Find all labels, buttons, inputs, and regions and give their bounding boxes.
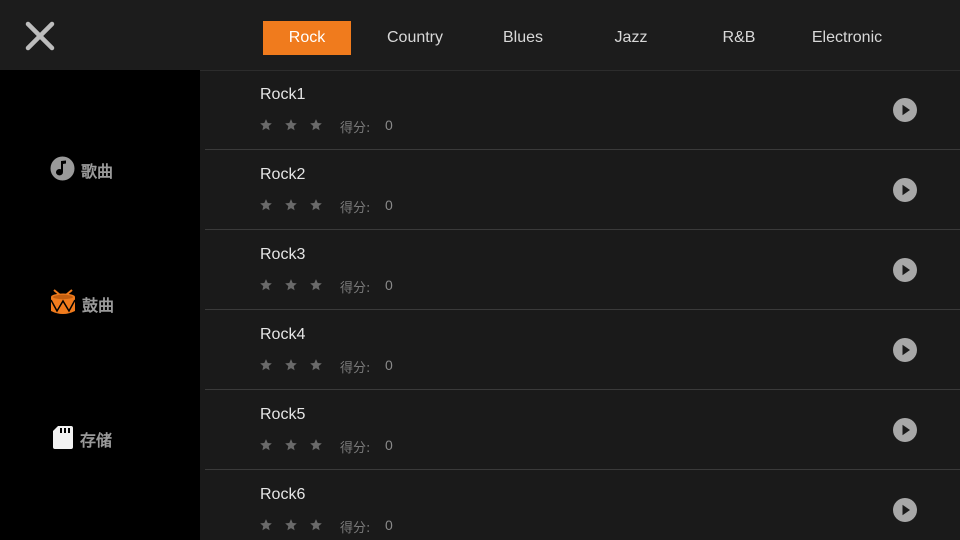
star-icon bbox=[309, 437, 323, 451]
top-bar: Rock Country Blues Jazz R&B Electronic bbox=[0, 0, 960, 70]
song-row[interactable]: Rock2 得分: 0 bbox=[205, 150, 960, 230]
score-value: 0 bbox=[385, 357, 393, 373]
score-label: 得分: bbox=[340, 441, 371, 456]
star-icon bbox=[309, 517, 323, 531]
song-row[interactable]: Rock1 得分: 0 bbox=[205, 70, 960, 150]
tab-rnb[interactable]: R&B bbox=[685, 21, 793, 55]
song-row[interactable]: Rock5 得分: 0 bbox=[205, 390, 960, 470]
score-value: 0 bbox=[385, 517, 393, 533]
song-title: Rock5 bbox=[260, 406, 306, 423]
star-icon bbox=[259, 277, 273, 291]
sidebar-item-drums[interactable]: 鼓曲 bbox=[50, 288, 115, 320]
song-row[interactable]: Rock4 得分: 0 bbox=[205, 310, 960, 390]
play-icon[interactable] bbox=[893, 98, 917, 122]
star-icon bbox=[284, 197, 298, 211]
star-icon bbox=[309, 117, 323, 131]
star-rating bbox=[259, 517, 334, 531]
play-icon[interactable] bbox=[893, 178, 917, 202]
score-label: 得分: bbox=[340, 281, 371, 296]
star-icon bbox=[259, 197, 273, 211]
tab-jazz[interactable]: Jazz bbox=[577, 21, 685, 55]
tab-label: R&B bbox=[722, 29, 756, 46]
tab-label: Jazz bbox=[614, 29, 648, 46]
star-rating bbox=[259, 357, 334, 371]
star-icon bbox=[284, 517, 298, 531]
tab-rock[interactable]: Rock bbox=[253, 21, 361, 55]
tab-label: Country bbox=[386, 29, 444, 46]
score-label: 得分: bbox=[340, 521, 371, 536]
tab-country[interactable]: Country bbox=[361, 21, 469, 55]
play-icon[interactable] bbox=[893, 338, 917, 362]
star-icon bbox=[309, 197, 323, 211]
score-value: 0 bbox=[385, 277, 393, 293]
song-title: Rock4 bbox=[260, 326, 306, 343]
song-row[interactable]: Rock3 得分: 0 bbox=[205, 230, 960, 310]
star-icon bbox=[259, 437, 273, 451]
tab-blues[interactable]: Blues bbox=[469, 21, 577, 55]
sidebar-item-songs[interactable]: 歌曲 bbox=[50, 156, 114, 185]
tab-electronic[interactable]: Electronic bbox=[793, 21, 901, 55]
sd-card-icon bbox=[52, 425, 74, 454]
star-icon bbox=[259, 357, 273, 371]
star-icon bbox=[284, 357, 298, 371]
star-icon bbox=[284, 117, 298, 131]
star-icon bbox=[259, 117, 273, 131]
star-rating bbox=[259, 437, 334, 451]
song-title: Rock1 bbox=[260, 86, 306, 103]
song-row[interactable]: Rock6 得分: 0 bbox=[205, 470, 960, 540]
sidebar-item-storage[interactable]: 存储 bbox=[50, 425, 113, 454]
sidebar: 歌曲 鼓曲 存储 bbox=[0, 70, 200, 540]
song-title: Rock2 bbox=[260, 166, 306, 183]
star-icon bbox=[309, 277, 323, 291]
music-note-icon bbox=[50, 156, 75, 185]
score-label: 得分: bbox=[340, 361, 371, 376]
star-icon bbox=[309, 357, 323, 371]
score-value: 0 bbox=[385, 437, 393, 453]
genre-tabs: Rock Country Blues Jazz R&B Electronic bbox=[253, 21, 901, 55]
star-rating bbox=[259, 277, 334, 291]
play-icon[interactable] bbox=[893, 258, 917, 282]
song-title: Rock3 bbox=[260, 246, 306, 263]
drum-icon bbox=[50, 288, 76, 320]
sidebar-item-label: 存储 bbox=[80, 431, 113, 450]
score-value: 0 bbox=[385, 197, 393, 213]
star-icon bbox=[284, 437, 298, 451]
tab-label: Blues bbox=[502, 29, 544, 46]
song-list: Rock1 得分: 0 Rock2 得分: 0 Rock3 得分: 0 Rock4 得分: 0 Rock… bbox=[200, 70, 960, 540]
play-icon[interactable] bbox=[893, 418, 917, 442]
tab-label: Electronic bbox=[811, 29, 883, 46]
sidebar-item-label: 鼓曲 bbox=[82, 296, 115, 315]
star-icon bbox=[284, 277, 298, 291]
score-label: 得分: bbox=[340, 121, 371, 136]
star-rating bbox=[259, 197, 334, 211]
song-title: Rock6 bbox=[260, 486, 306, 503]
score-value: 0 bbox=[385, 117, 393, 133]
score-label: 得分: bbox=[340, 201, 371, 216]
app-window: Rock Country Blues Jazz R&B Electronic 歌… bbox=[0, 0, 960, 540]
star-icon bbox=[259, 517, 273, 531]
tab-label: Rock bbox=[263, 21, 351, 55]
star-rating bbox=[259, 117, 334, 131]
play-icon[interactable] bbox=[893, 498, 917, 522]
close-icon[interactable] bbox=[22, 18, 58, 54]
sidebar-item-label: 歌曲 bbox=[81, 162, 114, 181]
